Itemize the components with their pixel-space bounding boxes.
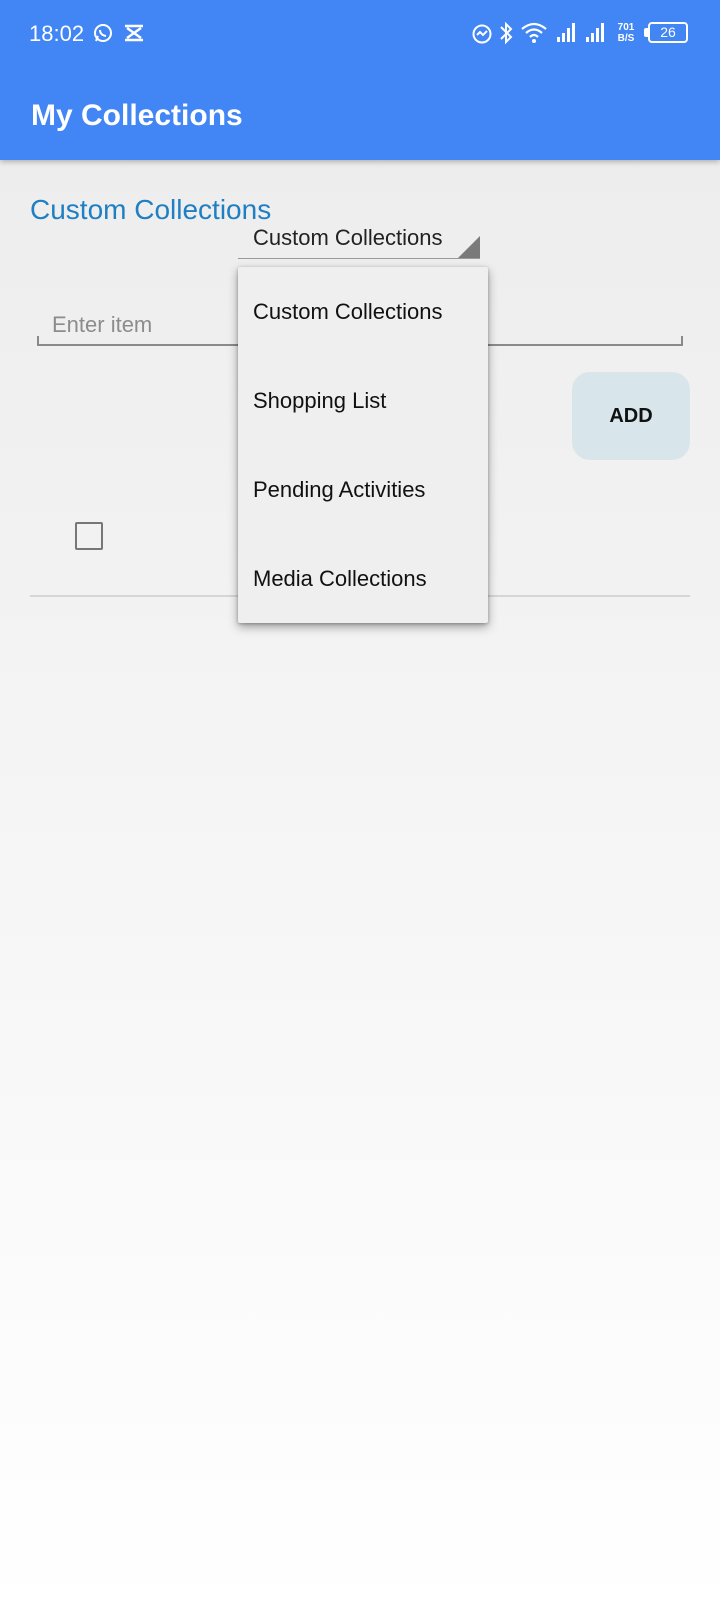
network-speed-unit: B/S [617, 33, 635, 44]
bluetooth-icon [500, 21, 513, 45]
app-bar: 18:02 701 B/S 26 My Collections [0, 0, 720, 160]
collection-title: Custom Collections [30, 194, 272, 225]
dropdown-option-custom-collections[interactable]: Custom Collections [238, 267, 488, 356]
status-time: 18:02 [29, 21, 85, 46]
input-border-tick [681, 336, 683, 346]
data-saver-icon [472, 24, 492, 44]
whatsapp-icon [94, 24, 112, 42]
spinner-arrow-icon [458, 236, 480, 258]
dropdown-option-media-collections[interactable]: Media Collections [238, 534, 488, 623]
page-title: My Collections [31, 99, 243, 132]
collection-spinner[interactable]: Custom Collections [253, 224, 443, 252]
network-speed: 701 B/S [614, 22, 638, 44]
spinner-underline [238, 258, 480, 259]
battery-icon: 26 [648, 22, 688, 43]
capcut-icon [125, 24, 143, 42]
dropdown-option-pending-activities[interactable]: Pending Activities [238, 445, 488, 534]
network-speed-value: 701 [617, 22, 635, 33]
signal-icon [586, 23, 604, 42]
dropdown-option-shopping-list[interactable]: Shopping List [238, 356, 488, 445]
input-border-tick [37, 336, 39, 346]
battery-level: 26 [660, 24, 676, 40]
wifi-icon [521, 22, 547, 43]
collection-dropdown-menu: Custom Collections Shopping List Pending… [238, 267, 488, 623]
status-bar: 18:02 701 B/S 26 [0, 0, 720, 68]
signal-icon [557, 23, 575, 42]
item-checkbox[interactable] [75, 522, 103, 550]
add-button[interactable]: ADD [572, 372, 690, 460]
